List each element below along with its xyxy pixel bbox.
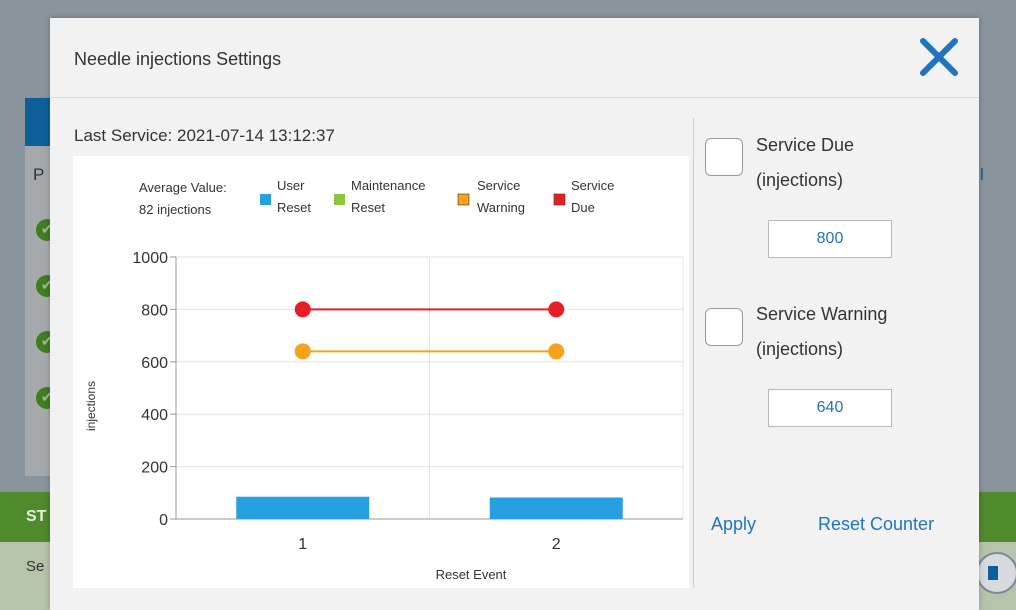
y-axis-label: injections: [84, 381, 98, 431]
y-tick-label: 0: [159, 512, 168, 529]
apply-button[interactable]: Apply: [711, 514, 756, 535]
legend-user-reset-line1: User: [277, 178, 305, 193]
reset-counter-button[interactable]: Reset Counter: [818, 514, 934, 535]
service-warning-label-line1: Service Warning: [756, 304, 888, 324]
service-warning-input[interactable]: [768, 389, 892, 427]
average-label: Average Value:: [139, 180, 227, 195]
close-button[interactable]: [918, 36, 960, 78]
background-status-label: ST: [26, 508, 47, 525]
service-due-label-line2: (injections): [756, 170, 844, 190]
x-tick-label: 1: [298, 536, 307, 553]
legend-service-due-line1: Service: [571, 178, 614, 193]
y-tick-label: 800: [141, 302, 168, 319]
legend-service-warning-line1: Service: [477, 178, 520, 193]
average-value: 82 injections: [139, 202, 212, 217]
dialog-title: Needle injections Settings: [74, 49, 282, 69]
legend-maintenance-reset-line1: Maintenance: [351, 178, 425, 193]
background-round-button: [976, 552, 1016, 594]
legend-user-reset-line2: Reset: [277, 200, 311, 215]
legend-service-warning-swatch: [457, 193, 470, 206]
legend-service-due-line2: Due: [571, 200, 595, 215]
service-warning-checkbox[interactable]: [705, 308, 743, 346]
last-service-value: 2021-07-14 13:12:37: [177, 126, 335, 145]
needle-injections-settings-dialog: Needle injections Settings Last Service:…: [50, 18, 979, 610]
service-due-input[interactable]: [768, 220, 892, 258]
background-right-glyph: l: [980, 165, 984, 184]
service-due-checkbox[interactable]: [705, 138, 743, 176]
background-column-header: P: [33, 165, 45, 184]
last-service: Last Service: 2021-07-14 13:12:37: [74, 126, 335, 146]
service-due-label-line1: Service Due: [756, 135, 855, 155]
plot-area: 0 200 400 600 800 1000 1 2: [132, 250, 684, 553]
chart-svg: Average Value: 82 injections User Reset …: [84, 178, 684, 582]
legend-user-reset-swatch: [260, 194, 271, 205]
y-tick-label: 400: [141, 407, 168, 424]
background-footer-label: Se: [26, 558, 45, 575]
bar-user-reset: [236, 496, 370, 519]
bar-user-reset: [489, 497, 623, 519]
y-tick-label: 200: [141, 460, 168, 477]
y-tick-label: 600: [141, 355, 168, 372]
x-axis-label: Reset Event: [436, 567, 507, 582]
close-icon: [920, 38, 958, 76]
y-tick-label: 1000: [132, 250, 168, 267]
service-warning-label-line2: (injections): [756, 339, 844, 359]
legend-service-warning-line2: Warning: [477, 200, 525, 215]
legend-maintenance-reset-line2: Reset: [351, 200, 385, 215]
x-tick-label: 2: [552, 536, 561, 553]
legend-maintenance-reset-swatch: [334, 194, 345, 205]
point-service-due: [548, 301, 565, 318]
legend-service-due-swatch: [553, 193, 566, 206]
point-service-due: [294, 301, 311, 318]
last-service-label: Last Service:: [74, 126, 173, 145]
dialog-header: Needle injections Settings: [50, 18, 979, 98]
point-service-warning: [294, 343, 311, 360]
injections-chart: Average Value: 82 injections User Reset …: [73, 156, 689, 588]
point-service-warning: [548, 343, 565, 360]
panel-divider: [693, 118, 694, 588]
